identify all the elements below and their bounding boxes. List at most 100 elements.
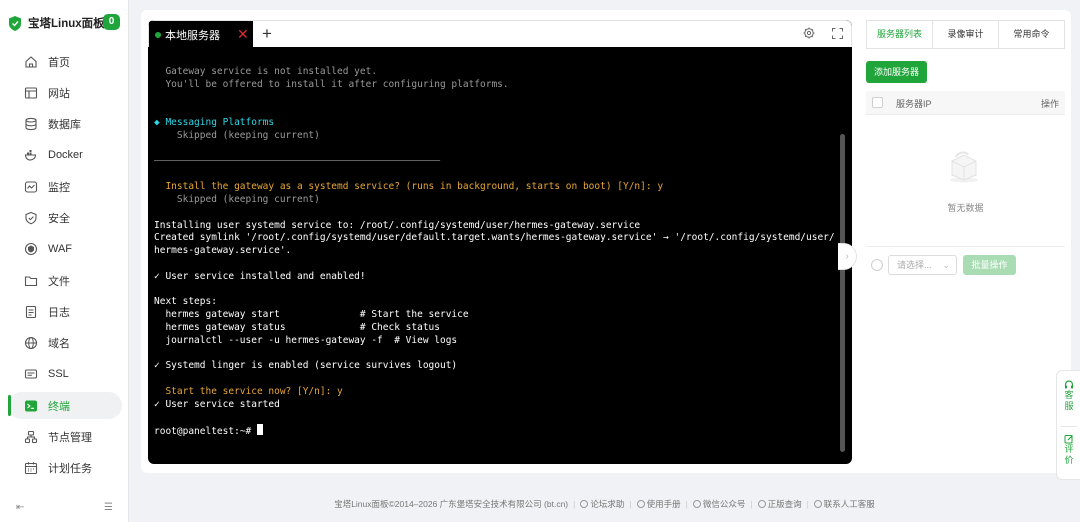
terminal-line-text: root@paneltest:~# [154,426,257,438]
sidebar-item-label: 安全 [48,212,70,225]
terminal-line: hermes gateway status # Check status [154,322,840,335]
sidebar-item-home[interactable]: 首页 [8,48,122,75]
batch-operation-button[interactable]: 批量操作 [963,255,1016,275]
close-tab-icon[interactable]: ✕ [237,27,249,41]
terminal-line-text: Start the service now? [Y/n]: y [154,385,343,397]
sidebar-item-monitor[interactable]: 监控 [8,173,122,200]
sidebar-item-label: 首页 [48,56,70,69]
terminal-icon [24,399,38,413]
copyright-text: 宝塔Linux面板©2014–2026 广东堡塔安全技术有限公司 (bt.cn) [334,499,569,509]
tab-common-commands[interactable]: 常用命令 [999,21,1064,48]
batch-action-select[interactable]: 请选择... ⌄ [888,255,957,275]
sidebar-item-node[interactable]: 节点管理 [8,424,122,451]
footer-link-contact[interactable]: 联系人工客服 [813,498,875,510]
footer-link-manual[interactable]: 使用手册 [636,498,681,510]
shield-icon [24,211,38,225]
separator: | [629,499,632,509]
terminal-line-text: ────────────────────────────────────────… [154,155,440,167]
sidebar-item-ssl[interactable]: SSL [8,361,122,388]
bottom-select-checkbox[interactable] [871,259,883,271]
server-panel: 服务器列表 录像审计 常用命令 添加服务器 服务器IP 操作 暂无数据 请选择.… [866,20,1065,300]
footer-link-forum[interactable]: 论坛求助 [580,498,624,510]
terminal-line-text: hermes gateway status # Check status [154,321,440,333]
tab-server-list[interactable]: 服务器列表 [867,21,933,48]
terminal-line: Next steps: [154,296,840,309]
book-icon [636,500,645,508]
terminal-line-text: journalctl --user -u hermes-gateway -f #… [154,334,458,346]
sidebar-item-database[interactable]: 数据库 [8,111,122,138]
sidebar-item-terminal[interactable]: 终端 [8,392,122,420]
gear-icon[interactable] [803,27,815,42]
monitor-icon [24,180,38,194]
terminal-scrollbar[interactable] [840,134,845,452]
terminal-line: Installing user systemd service to: /roo… [154,220,840,233]
terminal-line: Install the gateway as a systemd service… [154,181,840,194]
terminal-line-text: ✓ Systemd linger is enabled (service sur… [154,360,458,372]
server-table-header: 服务器IP 操作 [866,91,1065,115]
menu-icon[interactable]: ☰ [104,503,116,513]
terminal-line: Start the service now? [Y/n]: y [154,386,840,399]
terminal-line: journalctl --user -u hermes-gateway -f #… [154,335,840,348]
support-icon [813,500,822,508]
add-tab-icon[interactable]: + [262,25,272,42]
sidebar-item-shield[interactable]: 安全 [8,204,122,231]
sidebar-item-globe[interactable]: 域名 [8,330,122,357]
page-footer: 宝塔Linux面板©2014–2026 广东堡塔安全技术有限公司 (bt.cn)… [129,498,1080,510]
sidebar-footer: ⇤ ☰ [16,503,116,515]
footer-link-wechat[interactable]: 微信公众号 [692,498,746,510]
terminal-line: hermes-gateway.service'. [154,245,840,258]
sidebar-item-label: SSL [48,368,69,381]
sidebar-item-docker[interactable]: Docker [8,142,122,169]
customer-service-button[interactable]: 客服 [1057,380,1080,412]
server-panel-tabs: 服务器列表 录像审计 常用命令 [866,20,1065,49]
terminal-line-text: ✓ User service started [154,398,280,410]
footer-link-verify[interactable]: 正版查询 [757,498,802,510]
sidebar-item-log[interactable]: 日志 [8,298,122,325]
review-button[interactable]: 评价 [1057,434,1080,466]
sidebar-item-label: Docker [48,149,83,162]
terminal-line-text: Install the gateway as a systemd service… [154,181,664,193]
node-icon [24,430,38,444]
ssl-icon [24,367,38,381]
fullscreen-icon[interactable] [832,28,843,42]
select-placeholder: 请选择... [897,260,932,270]
separator: | [806,499,809,509]
sidebar-item-waf[interactable]: WAF [8,236,122,263]
notification-badge[interactable]: 0 [103,14,120,30]
review-label: 评价 [1064,444,1074,465]
docker-icon [24,148,38,162]
terminal-line-text: Installing user systemd service to: /roo… [154,219,641,231]
sidebar-item-website[interactable]: 网站 [8,79,122,106]
terminal-line: ✓ Systemd linger is enabled (service sur… [154,360,840,373]
terminal-line-text: hermes-gateway.service'. [154,245,292,257]
separator: | [750,499,753,509]
sidebar-nav: 首页网站数据库 Docker 监控安全 WAF 文件日志域名 SSL 终端节点管理计划任务 [8,48,122,486]
column-server-ip: 服务器IP [896,99,932,109]
sidebar-item-calendar[interactable]: 计划任务 [8,455,122,482]
terminal-window[interactable]: 本地服务器 ✕ + Gateway service is not install… [148,20,852,464]
status-dot-icon [155,31,161,38]
sidebar-item-label: 数据库 [48,119,81,132]
select-all-checkbox[interactable] [872,97,883,108]
terminal-line-text: Created symlink '/root/.config/systemd/u… [154,232,835,244]
sidebar-item-folder[interactable]: 文件 [8,267,122,294]
collapse-sidebar-icon[interactable]: ⇤ [16,503,28,513]
folder-icon [24,274,38,288]
terminal-line-text: Next steps: [154,296,217,308]
add-server-button[interactable]: 添加服务器 [866,61,927,83]
tab-local-server[interactable]: 本地服务器 ✕ [149,21,253,48]
question-icon [580,500,589,508]
home-icon [24,55,38,69]
tab-recording-audit[interactable]: 录像审计 [933,21,999,48]
terminal-line: Skipped (keeping current) [154,130,840,143]
floating-service-bar: 客服 评价 [1056,370,1080,480]
log-icon [24,305,38,319]
wechat-icon [692,500,701,508]
footer-link-label: 微信公众号 [702,499,746,509]
terminal-line-text: ◆ Messaging Platforms [154,117,275,129]
